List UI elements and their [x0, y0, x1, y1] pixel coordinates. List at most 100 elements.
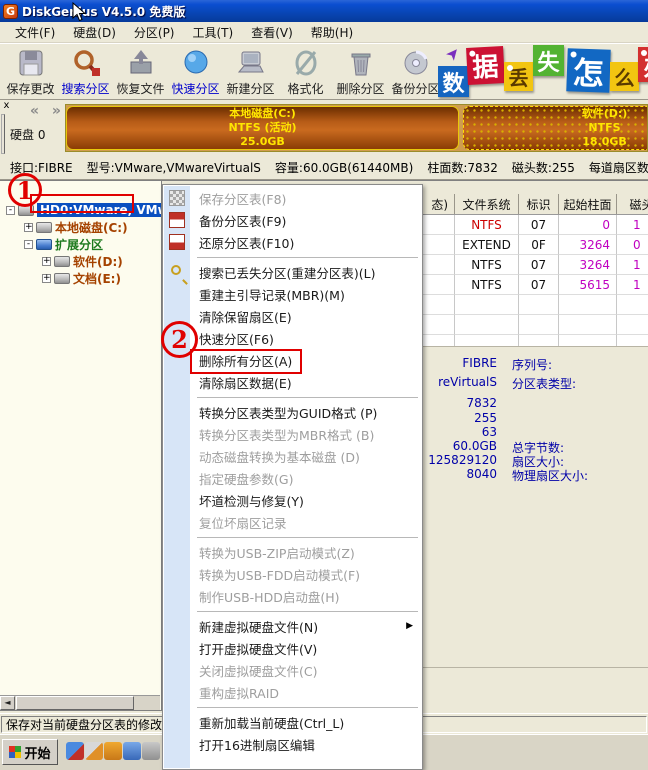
table-cell: 3264 — [559, 235, 617, 255]
disk-info-bar: 接口:FIBRE 型号:VMware,VMwareVirtualS 容量:60.0G… — [0, 156, 648, 180]
menu-item[interactable]: 清除保留扇区(E) — [163, 305, 422, 327]
toolbar-button-recover-files[interactable]: 恢复文件 — [113, 45, 168, 99]
save-changes-icon — [15, 47, 47, 79]
panel-close-icon[interactable]: x — [1, 101, 12, 112]
collapse-box[interactable]: - — [6, 205, 15, 215]
menu-item-label: 转换分区表类型为GUID格式 (P) — [199, 405, 378, 421]
tree-item[interactable]: + 文档(E:) — [0, 270, 161, 286]
app-logo-icon: G — [3, 3, 18, 19]
collapse-box[interactable]: - — [24, 239, 33, 249]
partition-icon — [54, 255, 70, 267]
table-cell — [617, 335, 648, 346]
table-cell: 0F — [519, 235, 559, 255]
toolbar-button-format[interactable]: 格式化 — [278, 45, 333, 99]
tree-item[interactable]: - 扩展分区 — [0, 236, 161, 252]
table-cell: NTFS — [455, 255, 519, 275]
backup-table-icon — [169, 212, 185, 228]
menu-item-label: 转换为USB-FDD启动模式(F) — [199, 567, 361, 583]
table-cell: 0 — [559, 215, 617, 235]
doc-icon[interactable] — [123, 742, 141, 760]
partition-block[interactable]: 软件(D:) NTFS 18.0GB — [463, 106, 647, 150]
menu-item[interactable]: 新建虚拟硬盘文件(N) ▶ — [163, 615, 422, 637]
toolbar-button-search-partition[interactable]: 搜索分区 — [58, 45, 113, 99]
toolbar-button-quick-partition[interactable]: 快速分区 — [168, 45, 223, 99]
tree-item[interactable]: + 软件(D:) — [0, 253, 161, 269]
menu-item[interactable]: 重建主引导记录(MBR)(M) — [163, 283, 422, 305]
menu-item-label: 清除扇区数据(E) — [199, 375, 292, 391]
menu-separator — [197, 611, 418, 612]
toolbar-button-save-changes[interactable]: 保存更改 — [3, 45, 58, 99]
partition-bar: 本地磁盘(C:) NTFS (活动) 25.0GB 软件(D:) NTFS 18.0GB — [65, 104, 648, 152]
menu-item-label: 新建虚拟硬盘文件(N) — [199, 619, 319, 635]
toolbar-button-backup-partition[interactable]: 备份分区 — [388, 45, 443, 99]
partition-block[interactable]: 本地磁盘(C:) NTFS (活动) 25.0GB — [66, 106, 459, 150]
ad-tile: 失 — [533, 45, 564, 76]
table-cell — [455, 295, 519, 315]
scrollbar-thumb[interactable] — [16, 696, 134, 710]
menu-item[interactable]: 搜索已丢失分区(重建分区表)(L) — [163, 261, 422, 283]
menu-item[interactable]: 还原分区表(F10) — [163, 231, 422, 253]
search-partition-icon — [70, 47, 102, 79]
disk-label: 硬盘 0 — [10, 128, 46, 142]
menu-item: 指定硬盘参数(G) — [163, 467, 422, 489]
table-header-cell[interactable]: 起始柱面 — [559, 194, 617, 214]
disk-stat: 容量:60.0GB(61440MB) — [274, 161, 414, 175]
disk-nav-arrows[interactable]: « » — [30, 103, 65, 119]
menubar-item[interactable]: 分区(P) — [125, 22, 184, 43]
window-title: DiskGenius V4.5.0 免费版 — [22, 4, 186, 19]
toolbar-button-delete-partition[interactable]: 删除分区 — [333, 45, 388, 99]
menu-item[interactable]: 打开虚拟硬盘文件(V) — [163, 637, 422, 659]
menubar-item[interactable]: 帮助(H) — [302, 22, 362, 43]
menu-item-label: 搜索已丢失分区(重建分区表)(L) — [199, 265, 376, 281]
quick-partition-icon — [180, 47, 212, 79]
table-cell — [617, 295, 648, 315]
title-bar[interactable]: G DiskGenius V4.5.0 免费版 — [0, 0, 648, 22]
menubar-item[interactable]: 硬盘(D) — [64, 22, 125, 43]
table-cell — [617, 315, 648, 335]
scroll-left-arrow[interactable]: ◄ — [0, 696, 15, 710]
annotation-box-delete-all — [190, 349, 302, 374]
tree-item-label: 扩展分区 — [55, 237, 104, 252]
menu-item[interactable]: 清除扇区数据(E) — [163, 371, 422, 393]
tile-dot — [641, 50, 647, 56]
restore-table-icon — [169, 234, 185, 250]
menubar-item[interactable]: 查看(V) — [242, 22, 302, 43]
table-cell — [559, 315, 617, 335]
windows-logo-icon — [9, 746, 22, 758]
menu-item[interactable]: 备份分区表(F9) — [163, 209, 422, 231]
drive-icon[interactable] — [142, 742, 160, 760]
table-cell: 1 — [617, 275, 648, 295]
tile-dot — [507, 65, 513, 71]
menu-item-label: 重建主引导记录(MBR)(M) — [199, 287, 345, 303]
toolbar-button-new-partition[interactable]: 新建分区 — [223, 45, 278, 99]
expand-box[interactable]: + — [42, 256, 51, 266]
menu-bar: 文件(F) 硬盘(D) 分区(P) 工具(T) 查看(V) 帮助(H) — [0, 22, 648, 43]
table-header-cell[interactable]: 标识 — [519, 194, 559, 214]
ad-banner[interactable]: ➤ 数据丢失怎么办 — [438, 44, 648, 99]
menu-separator — [197, 397, 418, 398]
table-cell — [455, 335, 519, 346]
menu-item-label: 转换分区表类型为MBR格式 (B) — [199, 427, 375, 443]
menu-item[interactable]: 重新加载当前硬盘(Ctrl_L) — [163, 711, 422, 733]
start-button[interactable]: 开始 — [2, 739, 58, 765]
menu-item[interactable]: 坏道检测与修复(Y) — [163, 489, 422, 511]
table-header-cell[interactable]: 文件系统 — [455, 194, 519, 214]
tree-horizontal-scrollbar[interactable]: ◄ — [0, 695, 160, 710]
partition-tree-panel: -HD0:VMware, VMware+本地磁盘(C:)-扩展分区+软件(D:)… — [0, 180, 162, 711]
menubar-item[interactable]: 文件(F) — [6, 22, 64, 43]
menu-separator — [197, 537, 418, 538]
panel-grip[interactable] — [1, 114, 5, 154]
tree-item[interactable]: + 本地磁盘(C:) — [0, 219, 161, 235]
show-desktop-icon[interactable] — [66, 742, 84, 760]
paint-icon[interactable] — [85, 742, 103, 760]
folder-search-icon[interactable] — [104, 742, 122, 760]
table-cell: 1 — [617, 255, 648, 275]
expand-box[interactable]: + — [24, 222, 33, 232]
expand-box[interactable]: + — [42, 273, 51, 283]
table-header-cell[interactable]: 磁头 — [617, 194, 648, 214]
menubar-item[interactable]: 工具(T) — [184, 22, 243, 43]
menu-item[interactable]: 转换分区表类型为GUID格式 (P) — [163, 401, 422, 423]
table-cell: EXTEND — [455, 235, 519, 255]
menu-item[interactable]: 打开16进制扇区编辑 — [163, 733, 422, 755]
menu-item[interactable]: 快速分区(F6) — [163, 327, 422, 349]
